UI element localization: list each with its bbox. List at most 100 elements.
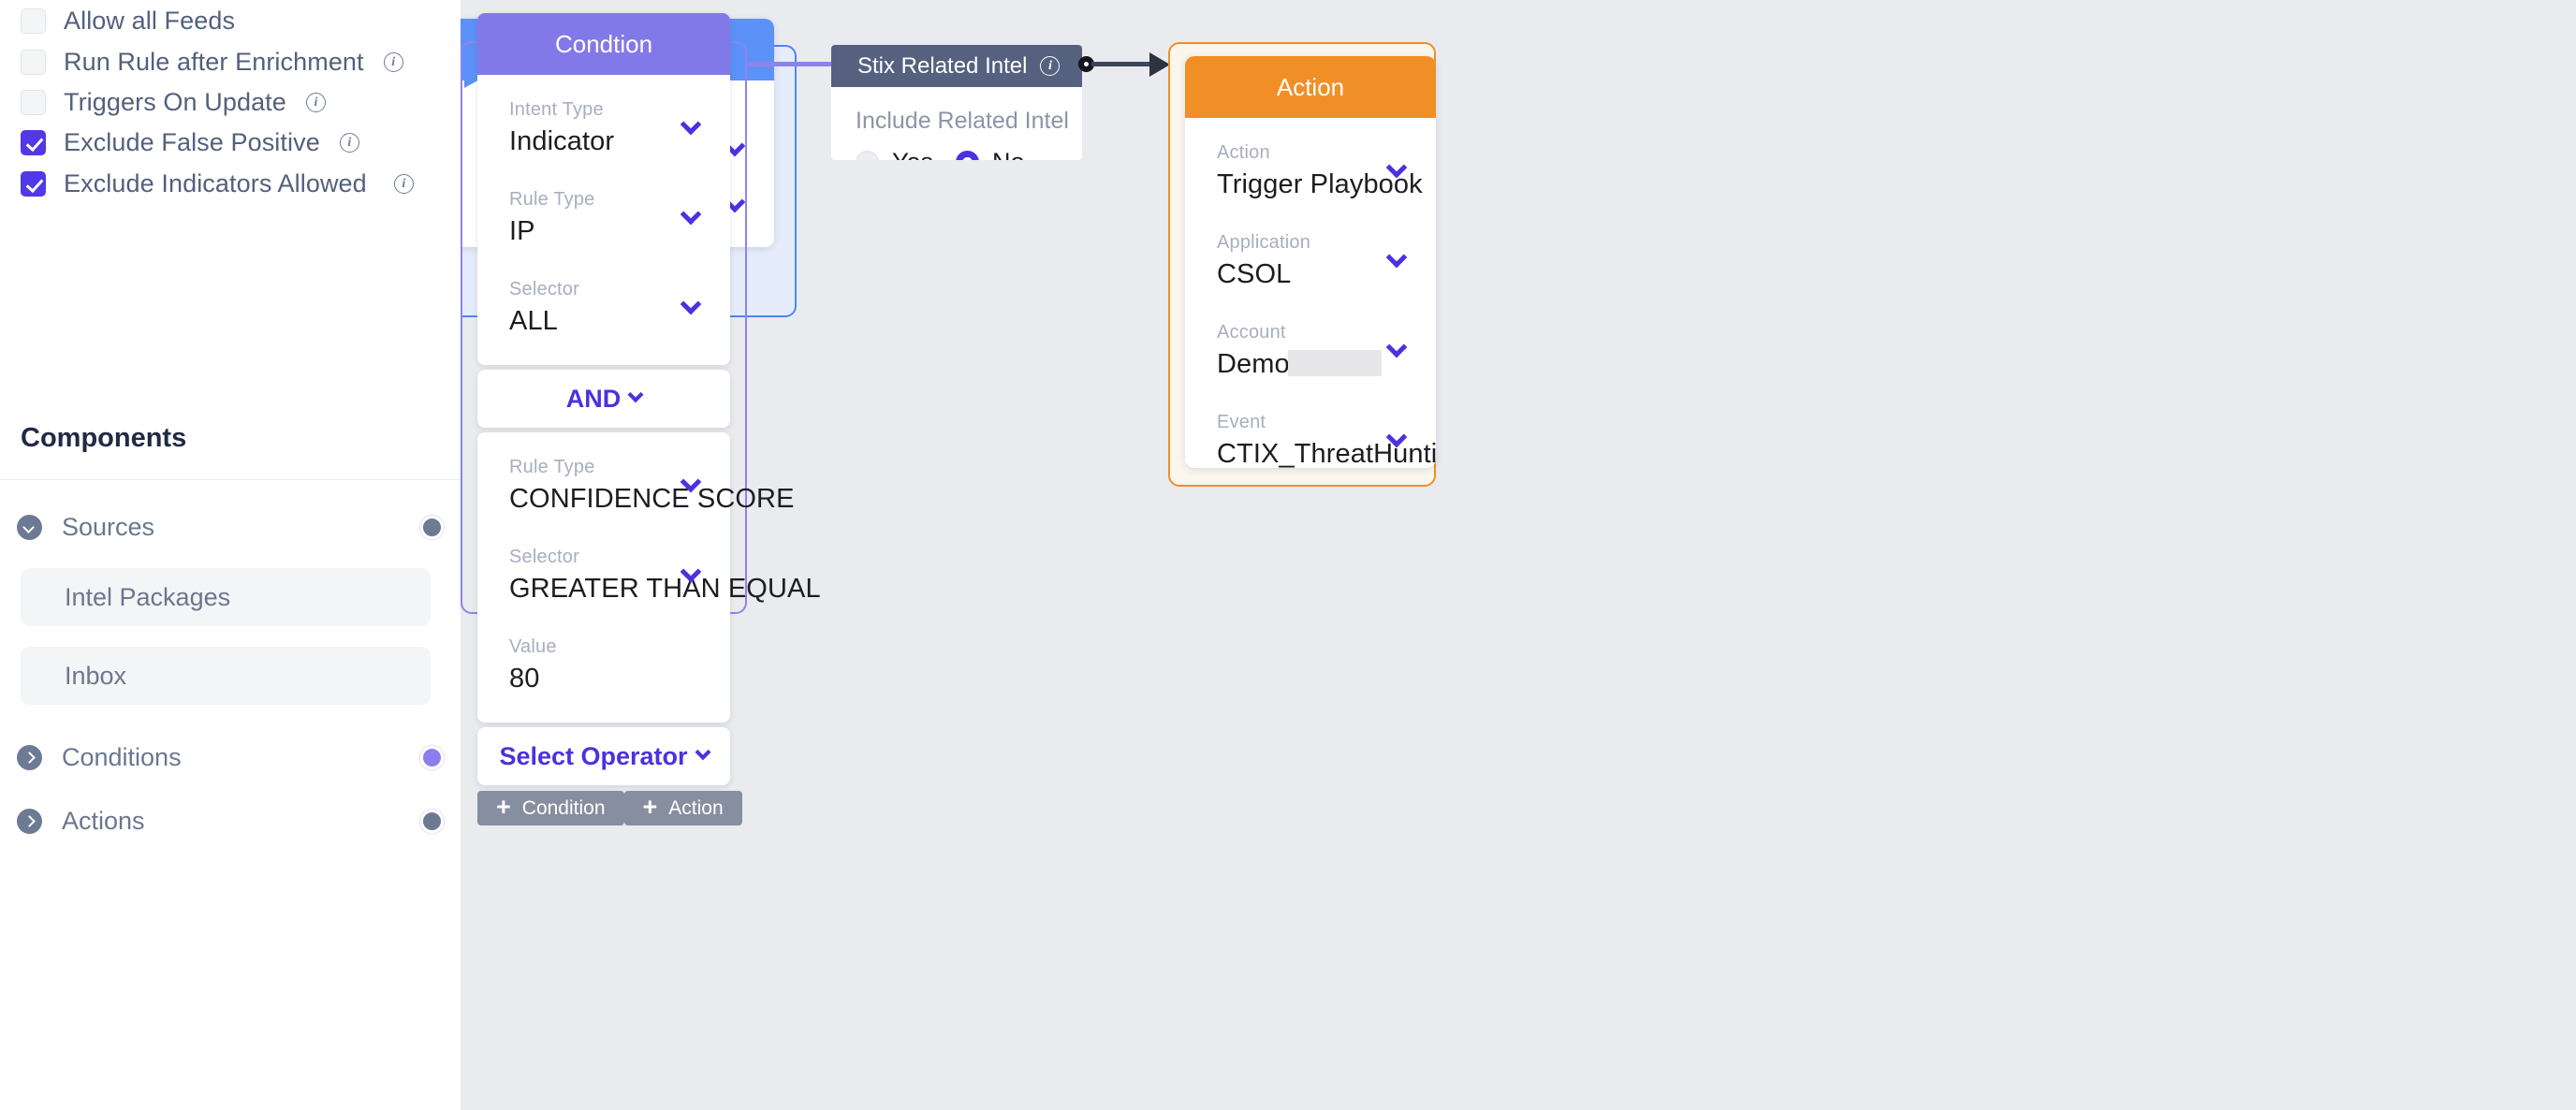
operator-and-selector[interactable]: AND [477,370,730,428]
add-condition-label: Condition [521,796,606,819]
node-card-condition[interactable]: Condtion Intent Type Indicator Rule Type… [477,13,821,825]
status-dot [420,515,444,539]
radio-yes[interactable] [856,151,879,160]
connector-line [1091,62,1153,66]
workflow-canvas[interactable]: Condtion Intent Type Indicator Rule Type… [384,0,2576,1110]
field-value: Indicator [509,126,615,156]
chevron-down-icon[interactable] [627,387,644,403]
checkbox-label: Exclude False Positive [64,127,320,156]
chevron-right-icon[interactable] [17,808,42,834]
field-application[interactable]: Application CSOL [1185,232,1436,290]
components-heading: Components [21,423,187,453]
connector-line [747,62,833,66]
stix-field-label: Include Related Intel [856,108,1069,134]
field-value: IP [509,216,535,246]
field-label: Account [1217,322,1286,343]
field-selector-2[interactable]: Selector GREATER THAN EQUAL [477,547,821,605]
field-value: Demo [1217,349,1290,379]
chevron-down-icon[interactable] [695,744,711,761]
sidebar-group-label: Conditions [62,742,182,771]
sidebar-group-conditions[interactable]: Conditions [17,736,444,779]
sidebar-group-actions[interactable]: Actions [17,799,444,842]
field-label: Value [509,636,557,657]
checkbox-run-rule-after-enrichment[interactable] [21,49,46,75]
sidebar-group-sources[interactable]: Sources [17,505,444,548]
sidebar-item-label: Intel Packages [65,582,231,611]
field-action[interactable]: Action Trigger Playbook [1185,142,1436,200]
info-icon[interactable]: i [305,92,326,112]
field-label: Application [1217,232,1311,253]
node-title: Action [1276,72,1345,101]
sidebar-group-label: Actions [62,806,145,835]
checkbox-exclude-false-positive[interactable] [21,129,46,155]
field-value: CONFIDENCE SCORE [509,484,795,514]
add-action-label: Action [668,796,724,819]
field-rule-type-2[interactable]: Rule Type CONFIDENCE SCORE [477,457,795,515]
operator-and-row[interactable]: AND [477,370,730,428]
checkbox-row-allow-all-feeds[interactable]: Allow all Feeds [21,2,235,39]
radio-no[interactable] [956,151,980,160]
chevron-down-icon[interactable] [17,514,42,540]
connector-arrow [1149,52,1170,77]
radio-yes-label: Yes [892,148,933,160]
field-selector[interactable]: Selector ALL [477,279,730,337]
field-event[interactable]: Event CTIX_ThreatHunting [1185,412,1436,468]
plus-icon: + [642,793,658,821]
sidebar: Allow all Feeds Run Rule after Enrichmen… [0,0,461,1110]
sidebar-item-intel-packages[interactable]: Intel Packages [21,568,431,626]
radio-no-label: No [992,148,1025,160]
checkbox-label: Exclude Indicators Allowed [64,168,367,197]
checkbox-exclude-indicators-allowed[interactable] [21,170,46,197]
chevron-right-icon[interactable] [17,744,42,770]
stix-radio-group[interactable]: Yes No [831,148,1082,160]
plus-icon: + [496,793,511,821]
field-intent-type[interactable]: Intent Type Indicator [477,99,730,157]
field-value: GREATER THAN EQUAL [509,574,821,604]
field-value: ALL [509,306,558,336]
info-icon[interactable]: i [339,132,359,153]
field-label: Rule Type [509,189,595,210]
add-action-button[interactable]: + Action [623,791,742,825]
redaction-block [1287,350,1382,376]
node-card-action[interactable]: Action Action Trigger Playbook Applicati… [1185,56,1436,468]
field-rule-type[interactable]: Rule Type IP [477,189,730,247]
app-root: Allow all Feeds Run Rule after Enrichmen… [0,0,2576,1110]
field-label: Selector [509,547,579,567]
status-dot [420,745,444,769]
condition-group-2: Rule Type CONFIDENCE SCORE Selector GREA… [477,432,821,723]
info-icon[interactable]: i [1040,56,1061,76]
node-title: Stix Related Intel [857,52,1028,79]
field-value: Trigger Playbook [1217,169,1423,199]
info-icon[interactable]: i [383,51,403,72]
field-value: 80 [509,664,540,694]
add-condition-button[interactable]: + Condition [477,791,624,825]
sidebar-item-label: Inbox [65,661,127,690]
node-header-stix: Stix Related Intel i [831,45,1082,87]
condition-group-1: Condtion Intent Type Indicator Rule Type… [477,13,730,365]
status-dot [420,809,444,833]
checkbox-label: Run Rule after Enrichment [64,47,364,76]
checkbox-allow-all-feeds[interactable] [21,7,46,34]
checkbox-row-exclude-false-positive[interactable]: Exclude False Positive i [21,124,359,161]
checkbox-row-run-rule-after-enrichment[interactable]: Run Rule after Enrichment i [21,43,403,80]
sidebar-group-label: Sources [62,512,155,541]
node-card-stix-related-intel[interactable]: Stix Related Intel i Include Related Int… [831,45,1082,160]
checkbox-triggers-on-update[interactable] [21,89,46,115]
field-label: Intent Type [509,99,604,120]
sidebar-item-inbox[interactable]: Inbox [21,647,431,705]
info-icon[interactable]: i [393,173,414,194]
sidebar-divider [0,479,461,480]
select-operator-row[interactable]: Select Operator [477,727,730,785]
field-account[interactable]: Account Demo [1185,322,1436,380]
node-header-condition: Condtion [477,13,730,75]
checkbox-row-exclude-indicators-allowed[interactable]: Exclude Indicators Allowed i [21,165,414,202]
checkbox-label: Allow all Feeds [64,6,236,35]
field-label: Action [1217,142,1270,163]
field-value-input[interactable]: Value 80 [477,636,730,694]
node-header-action: Action [1185,56,1436,118]
checkbox-row-triggers-on-update[interactable]: Triggers On Update i [21,83,326,121]
operator-select-row[interactable]: Select Operator [477,727,730,785]
operator-label: Select Operator [499,741,688,770]
checkbox-label: Triggers On Update [64,87,286,116]
field-label: Event [1217,412,1266,432]
